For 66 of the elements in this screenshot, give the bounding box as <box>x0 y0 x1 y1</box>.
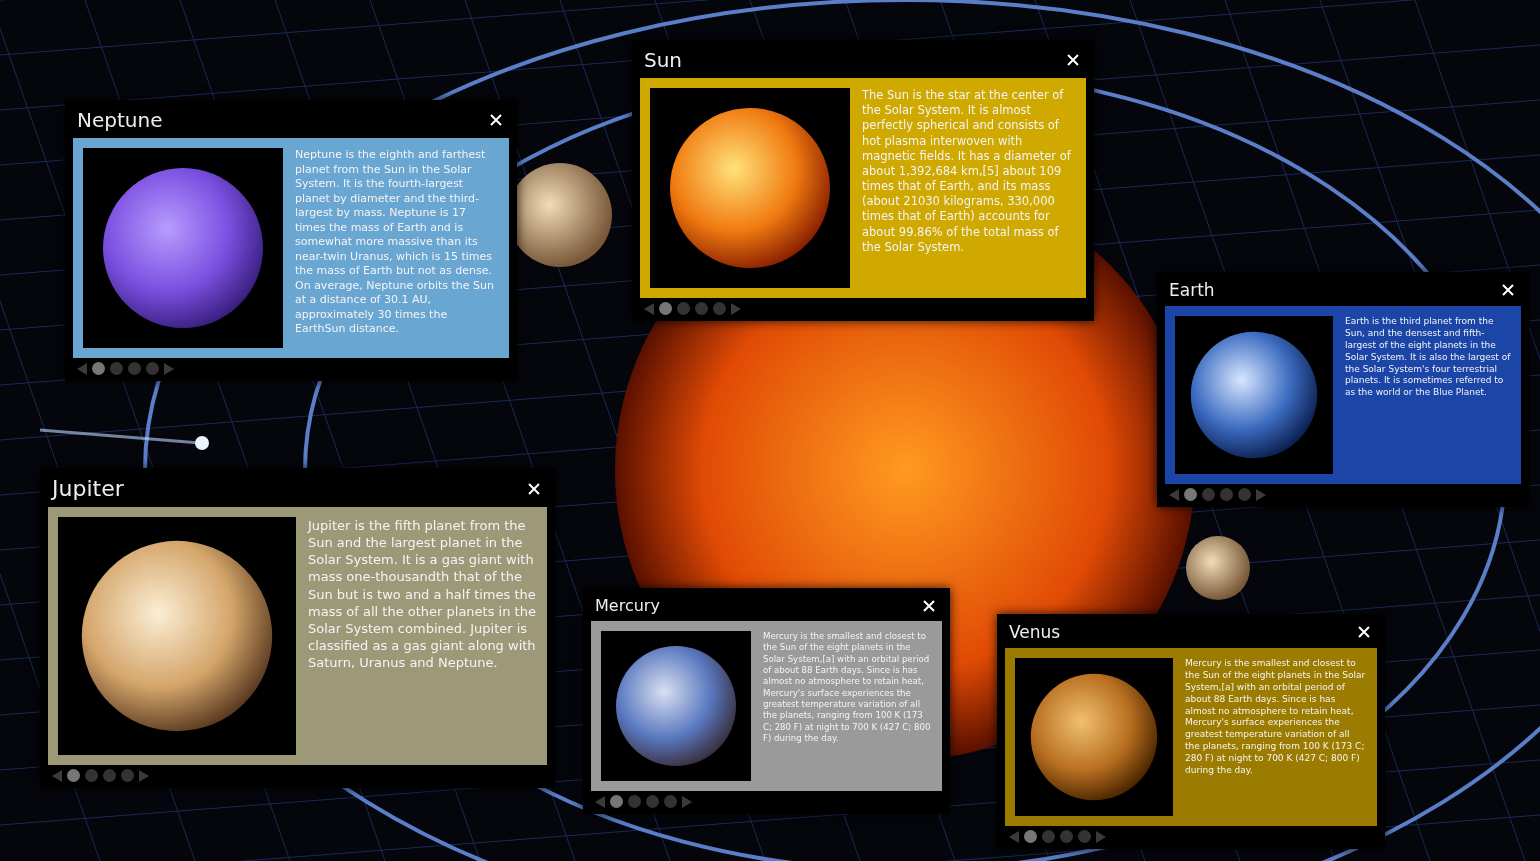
close-icon <box>1501 283 1515 297</box>
close-icon <box>922 598 936 613</box>
page-dot[interactable] <box>628 795 641 808</box>
right-triangle-icon <box>1256 488 1266 501</box>
panel-title: Venus <box>1009 622 1061 642</box>
next-button[interactable] <box>682 795 692 808</box>
close-icon <box>1066 53 1080 67</box>
page-dot[interactable] <box>659 302 672 315</box>
page-dot[interactable] <box>1060 830 1073 843</box>
previous-button[interactable] <box>1009 830 1019 843</box>
page-dot[interactable] <box>695 302 708 315</box>
page-dot[interactable] <box>1202 488 1215 501</box>
planet-description: Neptune is the eighth and farthest planet from the Sun in the Solar System. It is the fourth-largest planet by diameter and the third-largest by mass. Neptune is 17 times the mass of Earth and is somewhat more massive than its near-twin Uranus, which is 15 times the mass of Earth but not as dense. On average, Neptune orbits the Sun at a distance of 30.1 AU, approximately 30 times the EarthSun distance. <box>295 148 495 337</box>
page-dot[interactable] <box>1078 830 1091 843</box>
page-dot[interactable] <box>92 362 105 375</box>
page-dot[interactable] <box>146 362 159 375</box>
previous-button[interactable] <box>52 769 62 782</box>
left-triangle-icon <box>595 795 605 808</box>
page-dot[interactable] <box>110 362 123 375</box>
page-dot[interactable] <box>677 302 690 315</box>
right-triangle-icon <box>682 795 692 808</box>
page-dot[interactable] <box>67 769 80 782</box>
next-button[interactable] <box>1096 830 1106 843</box>
planet-description: Earth is the third planet from the Sun, and the densest and fifth-largest of the eight planets in the Solar System. It is also the largest of the Solar System's four terrestrial planets. It is sometimes referred to as the world or the Blue Planet. <box>1345 316 1511 400</box>
panel-title: Sun <box>644 48 683 72</box>
page-dot[interactable] <box>610 795 623 808</box>
next-button[interactable] <box>731 302 741 315</box>
panel-title: Jupiter <box>52 476 124 501</box>
previous-button[interactable] <box>595 795 605 808</box>
planet-description: Jupiter is the fifth planet from the Sun and the largest planet in the Solar System. It is a gas giant with mass one-thousandth that of the Sun but is two and a half times the mass of all the other planets in the Solar System combined. Jupiter is classified as a gas giant along with Saturn, Uranus and Neptune. <box>308 517 537 672</box>
page-dot[interactable] <box>713 302 726 315</box>
close-icon <box>489 113 503 127</box>
left-triangle-icon <box>1169 488 1179 501</box>
next-button[interactable] <box>1256 488 1266 501</box>
right-triangle-icon <box>731 302 741 315</box>
page-dot[interactable] <box>664 795 677 808</box>
right-triangle-icon <box>164 362 174 375</box>
next-button[interactable] <box>164 362 174 375</box>
page-dot[interactable] <box>85 769 98 782</box>
panel-title: Earth <box>1169 280 1215 300</box>
page-dot[interactable] <box>1184 488 1197 501</box>
page-dot[interactable] <box>128 362 141 375</box>
planet-description: The Sun is the star at the center of the Solar System. It is almost perfectly spherical and consists of hot plasma interwoven with magnetic fields. It has a diameter of about 1,392,684 km,[5] about 109 times that of Earth, and its mass (about 21030 kilograms, 330,000 times that of Earth) accounts for about 99.86% of the total mass of the Solar System. <box>862 88 1072 255</box>
page-dot[interactable] <box>1220 488 1233 501</box>
page-dot[interactable] <box>646 795 659 808</box>
panel-title: Mercury <box>595 596 660 615</box>
left-triangle-icon <box>52 769 62 782</box>
left-triangle-icon <box>1009 830 1019 843</box>
next-button[interactable] <box>139 769 149 782</box>
page-dot[interactable] <box>103 769 116 782</box>
previous-button[interactable] <box>644 302 654 315</box>
left-triangle-icon <box>644 302 654 315</box>
planet-description: Mercury is the smallest and closest to the Sun of the eight planets in the Solar System,[a] with an orbital period of about 88 Earth days. Since is has almost no atmosphere to retain heat, Mercury's surface experiences the greatest temperature variation of all the planets, ranging from 100 K (173 C; 280 F) at night to 700 K (427 C; 800 F) during the day. <box>1185 658 1367 777</box>
page-dot[interactable] <box>121 769 134 782</box>
page-dot[interactable] <box>1024 830 1037 843</box>
close-icon <box>527 481 541 496</box>
left-triangle-icon <box>77 362 87 375</box>
right-triangle-icon <box>139 769 149 782</box>
page-dot[interactable] <box>1042 830 1055 843</box>
close-icon <box>1357 625 1371 639</box>
planet-description: Mercury is the smallest and closest to the Sun of the eight planets in the Solar System,[a] with an orbital period of about 88 Earth days. Since is has almost no atmosphere to retain heat, Mercury's surface experiences the greatest temperature variation of all the planets, ranging from 100 K (173 C; 280 F) at night to 700 K (427 C; 800 F) during the day. <box>763 631 932 745</box>
previous-button[interactable] <box>77 362 87 375</box>
panel-title: Neptune <box>77 108 163 132</box>
right-triangle-icon <box>1096 830 1106 843</box>
page-dot[interactable] <box>1238 488 1251 501</box>
previous-button[interactable] <box>1169 488 1179 501</box>
